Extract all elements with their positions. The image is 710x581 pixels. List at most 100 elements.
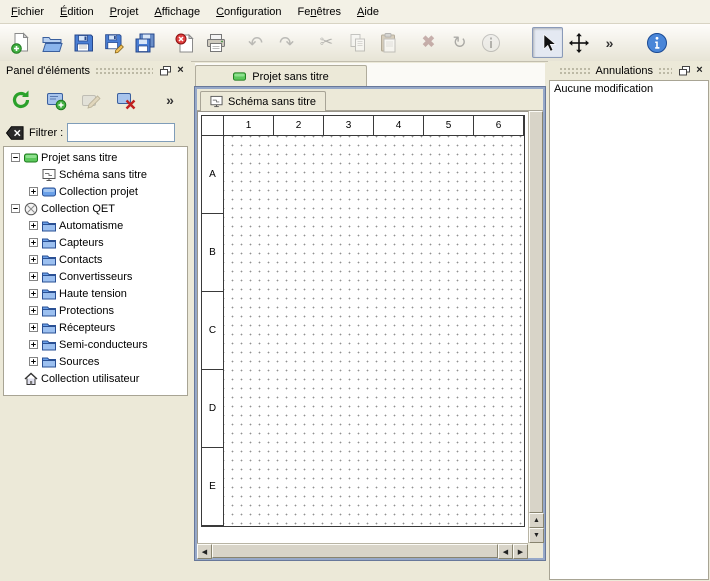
new-file-button[interactable] [5,27,36,58]
tree-expander-plus[interactable] [28,255,39,264]
tree-item-protections[interactable]: Protections [4,302,187,319]
tree-expander-plus[interactable] [28,272,39,281]
tree-item-contacts[interactable]: Contacts [4,251,187,268]
tree-item-collection-projet[interactable]: Collection projet [4,183,187,200]
close-panel-button[interactable]: × [692,64,707,78]
project-tab[interactable]: Projet sans titre [195,65,367,87]
menu-dition[interactable]: Édition [52,2,102,22]
move-tool-button[interactable] [563,27,594,58]
copy-button[interactable] [342,27,373,58]
tree-expander-minus[interactable] [10,153,21,162]
row-header: B [202,214,224,292]
close-panel-button[interactable]: × [173,64,188,78]
cut-icon: ✂ [320,35,333,51]
menu-aide[interactable]: Aide [349,2,387,22]
tree-expander-plus[interactable] [28,340,39,349]
tree-expander-plus[interactable] [28,221,39,230]
clear-filter-icon[interactable] [5,124,25,142]
tree-expander-plus[interactable] [28,323,39,332]
scroll-left-button[interactable]: ◀ [197,544,212,559]
row-header: E [202,448,224,526]
tree-item-collection-utilisateur[interactable]: Collection utilisateur [4,370,187,387]
about-blue-icon [646,32,668,54]
print-icon [205,32,227,54]
paste-button[interactable] [373,27,404,58]
filter-input[interactable] [67,123,175,142]
scroll-right-button[interactable]: ▶ [513,544,528,559]
save-file-as-button[interactable] [98,27,129,58]
dock-grip[interactable] [559,67,591,74]
tree-expander-plus[interactable] [28,289,39,298]
dock-grip[interactable] [658,67,672,74]
select-tool-button[interactable] [532,27,563,58]
dock-grip[interactable] [95,67,153,74]
new-element-button[interactable] [40,84,72,116]
select-arrow-icon [537,32,559,54]
mdi-area: Projet sans titre Schéma sans titre 1 [191,61,548,581]
conductor-info-button[interactable] [475,27,506,58]
close-file-button[interactable] [169,27,200,58]
rotate-selection-button[interactable]: ↻ [444,27,475,58]
new-file-icon [10,32,32,54]
vertical-scrollbar[interactable]: ▲ ▼ [528,111,543,543]
tree-item-sch-ma-sans-titre[interactable]: Schéma sans titre [4,166,187,183]
elements-panel-toolbar: » [0,80,191,120]
qelectrotech-window: FichierÉditionProjetAffichageConfigurati… [0,0,710,581]
tree-item-capteurs[interactable]: Capteurs [4,234,187,251]
tree-expander-plus[interactable] [28,357,39,366]
float-panel-button[interactable] [158,64,173,78]
tree-item-convertisseurs[interactable]: Convertisseurs [4,268,187,285]
scroll-down-button[interactable]: ▼ [529,528,544,543]
filter-row: Filtrer : [0,120,191,145]
print-button[interactable] [200,27,231,58]
copy-icon [347,32,369,54]
undo-list[interactable]: Aucune modification [549,80,709,580]
scroll-up-button[interactable]: ▲ [529,513,544,528]
save-file-button[interactable] [67,27,98,58]
tree-expander-minus[interactable] [10,204,21,213]
menu-configuration[interactable]: Configuration [208,2,289,22]
delete-element-button[interactable] [110,84,142,116]
tree-item-haute-tension[interactable]: Haute tension [4,285,187,302]
undo-button[interactable]: ↶ [240,27,271,58]
tree-expander-plus[interactable] [28,306,39,315]
horizontal-scrollbar[interactable]: ◀ ◀ ▶ [197,543,528,558]
horizontal-scroll-thumb[interactable] [212,544,498,558]
cut-button[interactable]: ✂ [311,27,342,58]
folder-icon [42,338,56,352]
open-file-button[interactable] [36,27,67,58]
tree-expander-plus[interactable] [28,238,39,247]
edit-element-icon [80,89,102,111]
panel-overflow-button[interactable]: » [154,84,186,116]
redo-button[interactable]: ↷ [271,27,302,58]
tree-item-r-cepteurs[interactable]: Récepteurs [4,319,187,336]
save-all-button[interactable] [129,27,160,58]
column-header: 3 [324,116,374,136]
tree-item-automatisme[interactable]: Automatisme [4,217,187,234]
about-qet-button[interactable] [641,27,672,58]
toolbar-overflow-button[interactable]: » [594,27,625,58]
float-panel-button[interactable] [677,64,692,78]
schema-tab[interactable]: Schéma sans titre [200,91,326,111]
schema-grid[interactable] [224,136,524,526]
folder-icon [42,236,56,250]
tree-expander-plus[interactable] [28,187,39,196]
menu-fen-tres[interactable]: Fenêtres [290,2,349,22]
scroll-left-button-2[interactable]: ◀ [498,544,513,559]
menu-fichier[interactable]: Fichier [3,2,52,22]
project-tab-label: Projet sans titre [252,71,328,83]
open-file-icon [41,32,63,54]
tree-item-collection-qet[interactable]: Collection QET [4,200,187,217]
tree-item-semi-conducteurs[interactable]: Semi-conducteurs [4,336,187,353]
schema-canvas[interactable]: 123456ABCDE [197,111,528,543]
menu-affichage[interactable]: Affichage [146,2,208,22]
row-header: C [202,292,224,370]
tree-item-sources[interactable]: Sources [4,353,187,370]
reload-collections-button[interactable] [5,84,37,116]
tree-item-projet-sans-titre[interactable]: Projet sans titre [4,149,187,166]
edit-element-button[interactable] [75,84,107,116]
vertical-scroll-thumb[interactable] [529,111,543,513]
menu-projet[interactable]: Projet [102,2,147,22]
delete-selection-button[interactable]: ✖ [413,27,444,58]
tree-item-label: Haute tension [59,288,127,300]
